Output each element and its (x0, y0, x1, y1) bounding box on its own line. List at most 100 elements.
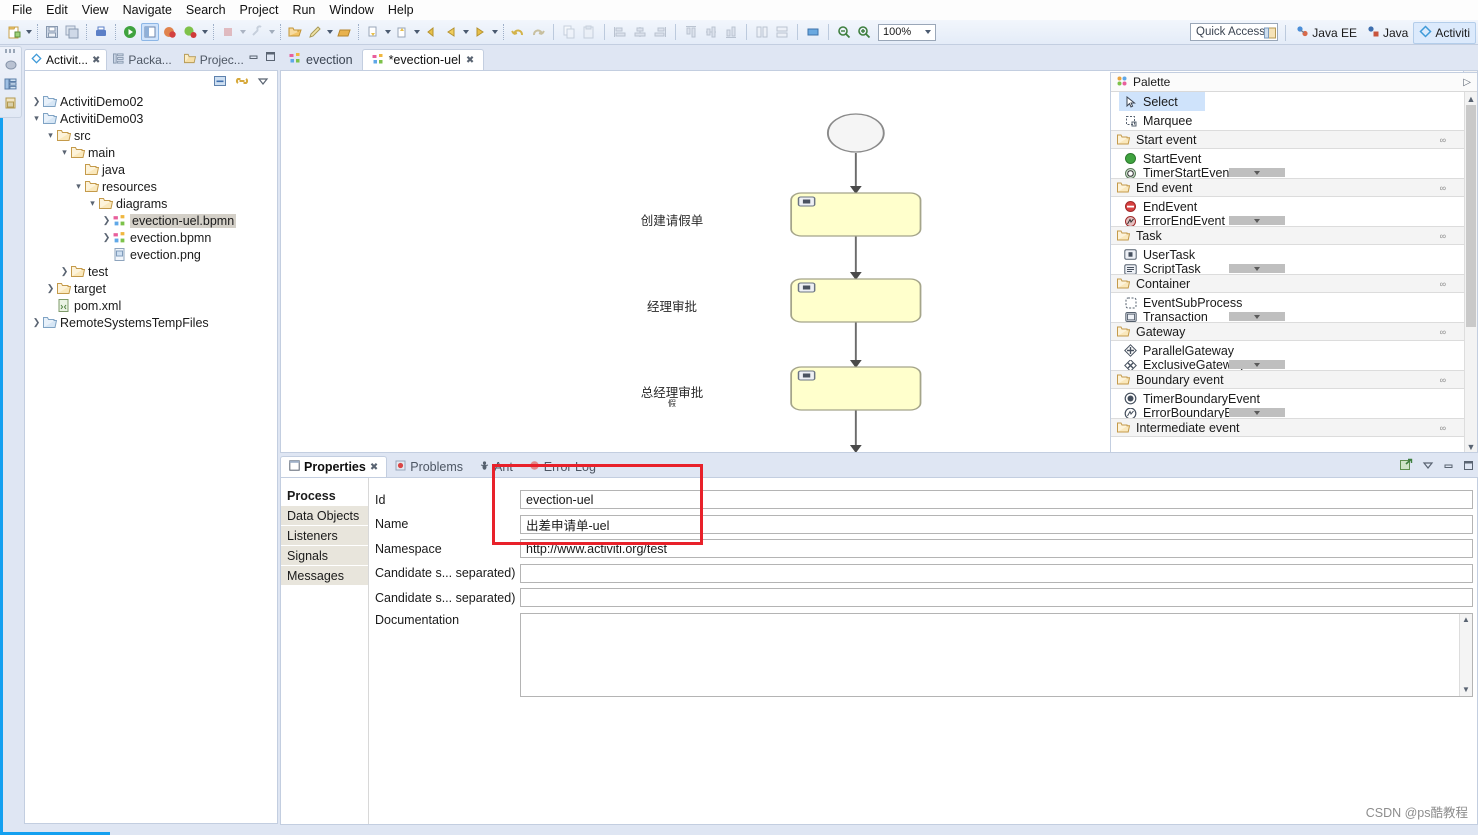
forward-dropdown-icon[interactable] (490, 23, 499, 41)
editor-tab-evection-uel[interactable]: *evection-uel ✖ (362, 49, 485, 70)
palette-group-header[interactable]: End event∞ (1111, 178, 1464, 197)
tab-project-explorer[interactable]: Projec... (178, 49, 250, 70)
collapse-group-icon[interactable]: ∞ (1440, 279, 1446, 289)
collapse-group-icon[interactable]: ∞ (1440, 375, 1446, 385)
package-explorer-view-icon[interactable] (3, 76, 19, 92)
next-annotation-icon[interactable] (364, 23, 382, 41)
open-perspective-icon[interactable] (1261, 24, 1279, 42)
palette-item[interactable]: ParallelGateway (1111, 341, 1464, 360)
previous-annotation-dropdown-icon[interactable] (412, 23, 421, 41)
save-icon[interactable] (43, 23, 61, 41)
minimize-view-icon[interactable] (248, 51, 259, 65)
toggle-breakpoint-icon[interactable] (141, 23, 159, 41)
close-icon[interactable]: ✖ (466, 55, 474, 66)
collapse-group-icon[interactable]: ∞ (1440, 327, 1446, 337)
menu-item-file[interactable]: File (5, 2, 39, 18)
minimize-view-icon[interactable] (1443, 460, 1454, 474)
palette-more-icon[interactable] (1229, 312, 1285, 321)
tab-activiti-explorer[interactable]: Activit... ✖ (24, 49, 107, 70)
zoom-level-select[interactable]: 100% (878, 24, 936, 41)
back-history-icon[interactable] (442, 23, 460, 41)
collapse-group-icon[interactable]: ∞ (1440, 183, 1446, 193)
back-dropdown-icon[interactable] (461, 23, 470, 41)
chevron-down-icon[interactable]: ▾ (87, 198, 98, 209)
tree-item[interactable]: ▾diagrams (25, 195, 277, 212)
bpmn-user-task-2[interactable] (791, 279, 920, 322)
palette-item[interactable]: ExclusiveGateway (1111, 360, 1464, 370)
scroll-down-icon[interactable]: ▼ (1460, 684, 1472, 696)
coverage-icon[interactable] (161, 23, 179, 41)
forward-icon[interactable] (471, 23, 489, 41)
zoom-in-icon[interactable] (855, 23, 873, 41)
view-menu-icon[interactable] (1422, 459, 1434, 474)
debug-icon[interactable] (181, 23, 199, 41)
palette-more-icon[interactable] (1229, 264, 1285, 273)
open-type-icon[interactable] (286, 23, 304, 41)
properties-side-tab[interactable]: Data Objects (281, 506, 368, 525)
chevron-down-icon[interactable]: ▾ (73, 181, 84, 192)
property-input[interactable] (520, 564, 1473, 583)
documentation-scrollbar[interactable]: ▲▼ (1459, 614, 1472, 696)
menu-item-help[interactable]: Help (381, 2, 421, 18)
bpmn-start-event[interactable] (828, 114, 884, 152)
properties-side-tab[interactable]: Listeners (281, 526, 368, 545)
new-wizard-dropdown-icon[interactable] (24, 23, 33, 41)
scroll-down-icon[interactable]: ▼ (1465, 440, 1477, 453)
menu-item-project[interactable]: Project (233, 2, 286, 18)
palette-item[interactable]: EndEvent (1111, 197, 1464, 216)
palette-pin-icon[interactable]: ▷ (1463, 77, 1471, 88)
palette-tool[interactable]: Select (1119, 92, 1205, 111)
menu-item-window[interactable]: Window (322, 2, 380, 18)
link-with-editor-icon[interactable] (235, 74, 249, 91)
properties-side-tab[interactable]: Messages (281, 566, 368, 585)
tab-properties[interactable]: Properties ✖ (280, 456, 387, 477)
close-icon[interactable]: ✖ (92, 55, 100, 66)
tree-item[interactable]: ❯test (25, 263, 277, 280)
search-icon[interactable] (306, 23, 324, 41)
property-input[interactable] (520, 588, 1473, 607)
property-input[interactable]: evection-uel (520, 490, 1473, 509)
palette-group-header[interactable]: Intermediate event∞ (1111, 418, 1464, 437)
print-icon[interactable] (92, 23, 110, 41)
outline-view-icon[interactable] (3, 57, 19, 73)
open-resource-icon[interactable] (335, 23, 353, 41)
tree-item[interactable]: java (25, 161, 277, 178)
debug-dropdown-icon[interactable] (200, 23, 209, 41)
collapse-group-icon[interactable]: ∞ (1440, 423, 1446, 433)
new-wizard-icon[interactable] (5, 23, 23, 41)
palette-more-icon[interactable] (1229, 360, 1285, 369)
properties-side-tab[interactable]: Process (281, 486, 368, 505)
next-annotation-dropdown-icon[interactable] (383, 23, 392, 41)
save-all-icon[interactable] (63, 23, 81, 41)
collapse-group-icon[interactable]: ∞ (1440, 135, 1446, 145)
tree-item[interactable]: ❯RemoteSystemsTempFiles (25, 314, 277, 331)
chevron-down-icon[interactable]: ▾ (59, 147, 70, 158)
undo-icon[interactable] (509, 23, 527, 41)
view-menu-icon[interactable] (257, 75, 269, 90)
palette-group-header[interactable]: Boundary event∞ (1111, 370, 1464, 389)
scrollbar-thumb[interactable] (1466, 105, 1476, 327)
palette-item[interactable]: Transaction (1111, 312, 1464, 322)
collapse-all-icon[interactable] (213, 74, 227, 91)
run-icon[interactable] (121, 23, 139, 41)
chevron-down-icon[interactable]: ▾ (45, 130, 56, 141)
menu-item-run[interactable]: Run (285, 2, 322, 18)
back-icon[interactable] (422, 23, 440, 41)
tab-package-explorer[interactable]: Packa... (107, 49, 177, 70)
palette-item[interactable]: TimerBoundaryEvent (1111, 389, 1464, 408)
palette-item[interactable]: ErrorEndEvent (1111, 216, 1464, 226)
bpmn-user-task-1[interactable] (791, 193, 920, 236)
close-icon[interactable]: ✖ (370, 462, 378, 473)
property-input[interactable]: 出差申请单-uel (520, 515, 1473, 534)
palette-scrollbar[interactable]: ▲ ▼ (1464, 92, 1477, 453)
documentation-textarea[interactable]: ▲▼ (520, 613, 1473, 697)
previous-annotation-icon[interactable] (393, 23, 411, 41)
perspective-java[interactable]: Java (1362, 23, 1413, 43)
search-dropdown-icon[interactable] (325, 23, 334, 41)
tree-item[interactable]: ❯evection-uel.bpmn (25, 212, 277, 229)
tree-item[interactable]: ▾ActivitiDemo03 (25, 110, 277, 127)
tree-item[interactable]: ❯ActivitiDemo02 (25, 93, 277, 110)
tree-item[interactable]: evection.png (25, 246, 277, 263)
collapse-group-icon[interactable]: ∞ (1440, 231, 1446, 241)
perspective-activiti[interactable]: Activiti (1413, 22, 1476, 44)
